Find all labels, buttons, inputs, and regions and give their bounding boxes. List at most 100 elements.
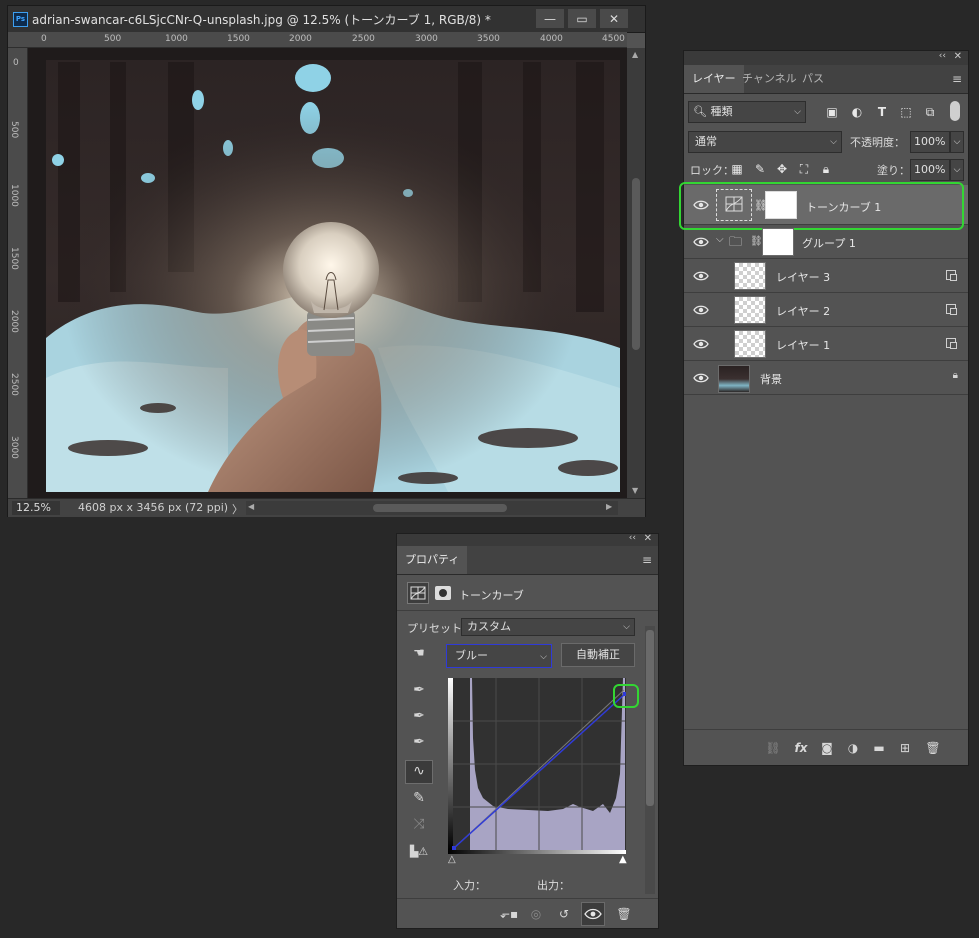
pencil-draw-icon[interactable]: ✎ [409, 788, 429, 808]
layer-thumbnail[interactable] [734, 296, 766, 324]
layer-mask-thumbnail[interactable] [765, 191, 797, 219]
vertical-scroll-thumb[interactable] [632, 178, 640, 350]
group-mask-thumbnail[interactable] [762, 228, 794, 256]
minimize-icon[interactable]: — [536, 9, 564, 28]
close-panel-icon[interactable]: ✕ [644, 533, 652, 544]
collapse-panel-icon[interactable]: ‹‹ [939, 51, 946, 61]
filter-adjustment-icon[interactable]: ◐ [849, 104, 865, 120]
document-title-bar[interactable]: Ps adrian-swancar-c6LSjcCNr-Q-unsplash.j… [8, 6, 645, 33]
filter-pixel-icon[interactable]: ▣ [824, 104, 840, 120]
horizontal-scrollbar[interactable]: ◀ ▶ [246, 501, 618, 515]
white-point-eyedropper-icon[interactable]: ✒ [409, 732, 429, 752]
new-adjustment-layer-icon[interactable]: ◑ [844, 739, 862, 757]
ruler-horizontal[interactable]: 0 500 1000 1500 2000 2500 3000 3500 4000… [27, 32, 627, 48]
filter-shape-icon[interactable]: ⬚ [898, 104, 914, 120]
document-canvas[interactable] [28, 48, 627, 498]
layer-thumbnail[interactable] [734, 330, 766, 358]
auto-button[interactable]: 自動補正 [561, 643, 635, 667]
gray-point-eyedropper-icon[interactable]: ✒ [409, 706, 429, 726]
panel-dock-bar[interactable]: ‹‹ ✕ [684, 51, 968, 65]
visibility-eye-icon[interactable] [693, 371, 709, 385]
curves-graph[interactable] [448, 678, 627, 854]
lock-all-icon[interactable]: 🔒︎ [818, 161, 834, 177]
layer-row-curves[interactable]: ⛓ トーンカーブ 1 [679, 182, 968, 230]
visibility-eye-icon[interactable] [693, 269, 709, 283]
new-group-icon[interactable]: ▬ [870, 739, 888, 757]
layer-filter-kind[interactable]: 🔍︎ 種類 ⌵ [688, 101, 806, 123]
toggle-visibility-button[interactable] [581, 902, 605, 926]
scroll-down-icon[interactable]: ▼ [632, 486, 638, 495]
lock-position-icon[interactable]: ✥ [774, 161, 790, 177]
curves-adjustment-icon[interactable] [407, 582, 429, 604]
add-mask-icon[interactable]: ◙ [818, 739, 836, 757]
layer-row-group[interactable]: ⌵ 🗀 ⛓ グループ 1 [684, 225, 968, 259]
on-image-adjust-hand-icon[interactable]: ☚ [409, 644, 429, 664]
visibility-eye-icon[interactable] [693, 303, 709, 317]
white-point-slider-icon[interactable]: ▲ [619, 854, 627, 865]
link-chain-icon[interactable]: ⛓ [750, 236, 763, 247]
layer-row-layer2[interactable]: レイヤー 2 [684, 293, 968, 327]
zoom-field[interactable]: 12.5% [12, 501, 60, 515]
ruler-corner[interactable] [8, 32, 28, 48]
clip-to-layer-icon[interactable]: ⬐▪ [500, 905, 518, 923]
layer-style-fx-icon[interactable]: fx [792, 739, 810, 757]
layer-name[interactable]: レイヤー 1 [776, 337, 830, 353]
filter-smart-object-icon[interactable]: ⧉ [922, 104, 938, 120]
edit-points-curve-icon[interactable]: ∿ [405, 760, 433, 784]
background-thumbnail[interactable] [718, 365, 750, 393]
filter-type-icon[interactable]: T [874, 104, 890, 120]
scroll-right-icon[interactable]: ▶ [606, 502, 612, 511]
black-point-slider-icon[interactable]: △ [448, 854, 456, 865]
close-panel-icon[interactable]: ✕ [954, 51, 962, 62]
layer-thumbnail[interactable] [734, 262, 766, 290]
tab-properties[interactable]: プロパティ [397, 546, 468, 574]
lock-artboard-icon[interactable]: ⛶ [796, 161, 812, 177]
lock-image-pixels-icon[interactable]: ✎ [752, 161, 768, 177]
delete-layer-icon[interactable]: 🗑︎ [924, 739, 942, 757]
fill-field[interactable]: 100% [910, 159, 950, 181]
visibility-eye-icon[interactable] [693, 198, 709, 212]
link-layers-icon[interactable]: ⛓ [764, 739, 782, 757]
opacity-field[interactable]: 100% [910, 131, 950, 153]
filter-toggle-switch[interactable] [950, 101, 960, 121]
black-point-eyedropper-icon[interactable]: ✒ [409, 680, 429, 700]
scroll-up-icon[interactable]: ▲ [632, 50, 638, 59]
channel-select[interactable]: ブルー ⌵ [446, 644, 552, 668]
lock-transparent-pixels-icon[interactable]: ▦ [729, 161, 745, 177]
properties-scrollbar[interactable] [645, 626, 655, 894]
preset-select[interactable]: カスタム ⌵ [461, 618, 635, 636]
visibility-eye-icon[interactable] [693, 337, 709, 351]
delete-adjustment-icon[interactable]: 🗑︎ [615, 905, 633, 923]
new-layer-icon[interactable]: ⊞ [896, 739, 914, 757]
tab-paths[interactable]: パス [794, 65, 832, 93]
panel-menu-icon[interactable]: ≡ [952, 72, 962, 86]
panel-dock-bar[interactable]: ‹‹ ✕ [397, 533, 658, 546]
layer-row-layer3[interactable]: レイヤー 3 [684, 259, 968, 293]
vertical-scrollbar[interactable]: ▲ ▼ [627, 48, 645, 498]
panel-menu-icon[interactable]: ≡ [642, 553, 652, 567]
scroll-left-icon[interactable]: ◀ [248, 502, 254, 511]
visibility-eye-icon[interactable] [693, 235, 709, 249]
status-menu-arrow-icon[interactable]: 〉 [232, 501, 243, 517]
opacity-dropdown-icon[interactable]: ⌵ [950, 131, 964, 153]
layer-row-layer1[interactable]: レイヤー 1 [684, 327, 968, 361]
maximize-icon[interactable]: ▭ [568, 9, 596, 28]
collapse-panel-icon[interactable]: ‹‹ [629, 533, 636, 543]
layer-name[interactable]: レイヤー 2 [776, 303, 830, 319]
layer-name[interactable]: レイヤー 3 [776, 269, 830, 285]
layer-row-background[interactable]: 背景 🔒︎ [684, 361, 968, 395]
clipping-warning-icon[interactable]: ▙⚠ [409, 842, 429, 862]
layer-name[interactable]: トーンカーブ 1 [806, 199, 881, 215]
close-icon[interactable]: ✕ [600, 9, 628, 28]
properties-scroll-thumb[interactable] [646, 630, 654, 806]
reset-adjustment-icon[interactable]: ↺ [555, 905, 573, 923]
horizontal-scroll-thumb[interactable] [373, 504, 507, 512]
ruler-vertical[interactable]: 0 500 1000 1500 2000 2500 3000 [8, 48, 28, 498]
fill-dropdown-icon[interactable]: ⌵ [950, 159, 964, 181]
mask-icon[interactable] [435, 586, 451, 600]
layer-name[interactable]: 背景 [760, 371, 782, 387]
chevron-down-icon[interactable]: ⌵ [716, 234, 724, 245]
blend-mode-select[interactable]: 通常 ⌵ [688, 131, 842, 153]
layer-name[interactable]: グループ 1 [802, 235, 856, 251]
smooth-curve-icon[interactable]: ⤨ [409, 814, 429, 834]
